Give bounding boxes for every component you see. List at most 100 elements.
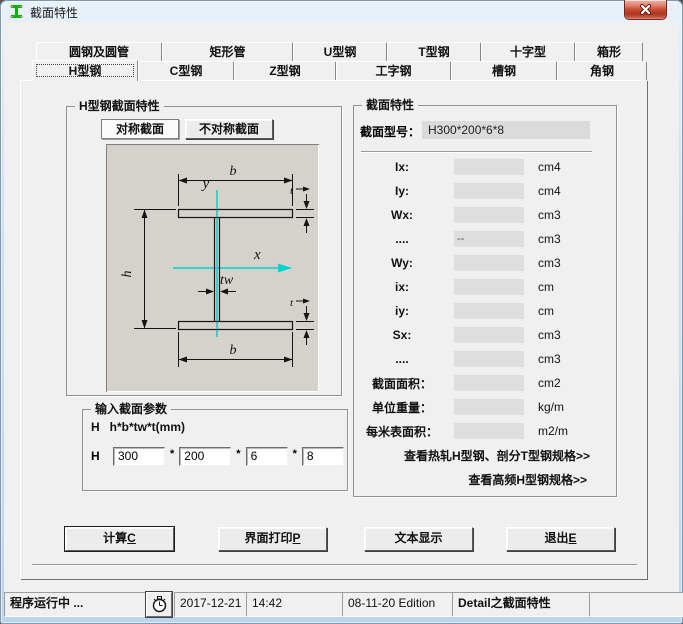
tab-strip-row2: H型钢C型钢Z型钢工字钢槽钢角钢 <box>32 61 647 80</box>
dim-label-t-bottom: t <box>290 297 294 309</box>
property-unit: cm3 <box>538 208 561 222</box>
calculate-button[interactable]: 计算C <box>65 527 174 551</box>
property-unit: m2/m <box>538 424 568 438</box>
model-label: 截面型号： <box>360 123 420 140</box>
property-label: Iy: <box>354 184 450 198</box>
input-t[interactable] <box>302 447 344 466</box>
symmetric-section-button[interactable]: 对称截面 <box>101 119 179 139</box>
spare-panel <box>589 592 683 617</box>
tab-工字钢[interactable]: 工字钢 <box>336 61 451 80</box>
separator-line <box>361 151 592 153</box>
group-input-parameters: 输入截面参数 H h*b*tw*t(mm) H*** <box>82 409 348 491</box>
app-icon <box>9 4 24 19</box>
window-title: 截面特性 <box>30 4 78 21</box>
group-section-properties: 截面特性 截面型号： H300*200*6*8 Ix:cm4Iy:cm4Wx:c… <box>353 105 617 497</box>
property-unit: cm <box>538 304 554 318</box>
tab-strip-row1: 圆钢及圆管矩形管U型钢T型钢十字型箱形 <box>36 42 643 61</box>
dim-label-b-top: b <box>230 164 237 179</box>
axis-label-x: x <box>253 247 261 263</box>
tab-C型钢[interactable]: C型钢 <box>138 61 234 80</box>
dim-label-tw: tw <box>220 273 234 288</box>
clock-panel <box>146 592 172 617</box>
tab-U型钢[interactable]: U型钢 <box>293 42 387 61</box>
time-panel: 14:42 <box>246 592 347 617</box>
property-row: 截面面积：cm2 <box>354 371 618 395</box>
close-icon <box>639 4 652 15</box>
property-value-field <box>454 399 524 415</box>
tab-Z型钢[interactable]: Z型钢 <box>234 61 336 80</box>
property-label: Sx: <box>354 328 450 342</box>
property-unit: cm4 <box>538 160 561 174</box>
tab-H型钢[interactable]: H型钢 <box>32 60 138 81</box>
input-b[interactable] <box>179 447 231 466</box>
property-row: Wy:cm3 <box>354 251 618 275</box>
print-button[interactable]: 界面打印P <box>218 527 327 551</box>
multiply-separator: * <box>293 448 297 460</box>
group-title: 输入截面参数 <box>91 402 171 416</box>
property-row: .... -- cm3 <box>354 227 618 251</box>
multiply-separator: * <box>170 448 174 460</box>
exit-button[interactable]: 退出E <box>506 527 615 551</box>
property-unit: cm3 <box>538 232 561 246</box>
bottom-divider-line <box>32 564 637 566</box>
property-label: Wx: <box>354 208 450 222</box>
tab-圆钢及圆管[interactable]: 圆钢及圆管 <box>36 42 162 61</box>
property-value-field <box>454 159 524 175</box>
property-value-field <box>454 351 524 367</box>
property-row: ix:cm <box>354 275 618 299</box>
property-value-field <box>454 375 524 391</box>
group-title: 截面特性 <box>362 98 418 112</box>
tab-槽钢[interactable]: 槽钢 <box>451 61 557 80</box>
property-unit: cm3 <box>538 256 561 270</box>
property-label: .... <box>354 232 450 246</box>
dim-label-b-bottom: b <box>230 343 237 358</box>
property-row: iy: cm <box>354 299 618 323</box>
property-label: iy: <box>354 304 450 318</box>
property-unit: cm <box>538 280 554 294</box>
property-value-field <box>454 327 524 343</box>
dialog-window: 截面特性 圆钢及圆管矩形管U型钢T型钢十字型箱形 H型钢C型钢Z型钢工字钢槽钢角… <box>0 0 683 624</box>
property-value-field <box>454 303 524 319</box>
property-rows: Ix:cm4Iy:cm4Wx:cm3....--cm3Wy:cm3ix:cmiy… <box>354 155 618 443</box>
property-row: Ix:cm4 <box>354 155 618 179</box>
asymmetric-section-button[interactable]: 不对称截面 <box>185 119 273 139</box>
link-high-frequency-specs[interactable]: 查看高频H型钢规格>> <box>468 471 587 488</box>
property-unit: cm4 <box>538 184 561 198</box>
property-label: 截面面积： <box>354 375 450 392</box>
property-label: 每米表面积： <box>354 423 450 440</box>
property-value-field <box>454 207 524 223</box>
property-row: Iy: cm4 <box>354 179 618 203</box>
property-label: 单位重量： <box>354 399 450 416</box>
format-hint-label: H h*b*tw*t(mm) <box>91 420 185 434</box>
property-value-field: -- <box>454 231 524 247</box>
close-button[interactable] <box>624 0 667 20</box>
link-hot-rolled-specs[interactable]: 查看热轧H型钢、剖分T型钢规格>> <box>404 447 590 464</box>
property-unit: cm3 <box>538 328 561 342</box>
module-panel: Detail之截面特性 <box>452 592 594 617</box>
property-value-field <box>454 279 524 295</box>
property-unit: cm3 <box>538 352 561 366</box>
tab-矩形管[interactable]: 矩形管 <box>162 42 293 61</box>
input-h[interactable] <box>113 447 165 466</box>
dimension-input-row: H * * * <box>91 446 344 466</box>
row-label-h: H <box>91 449 113 463</box>
tab-角钢[interactable]: 角钢 <box>557 61 647 80</box>
input-tw[interactable] <box>246 447 288 466</box>
titlebar[interactable]: 截面特性 <box>0 0 683 22</box>
tab-十字型[interactable]: 十字型 <box>481 42 575 61</box>
property-value-field <box>454 255 524 271</box>
group-title: H型钢截面特性 <box>75 99 164 113</box>
status-text-panel: 程序运行中 ... <box>4 592 148 617</box>
property-row: Sx: cm3 <box>354 323 618 347</box>
edition-panel: 08-11-20 Edition <box>342 592 457 617</box>
property-row: 单位重量：kg/m <box>354 395 618 419</box>
h-beam-cross-section-drawing: b b h y x <box>106 144 319 392</box>
property-value-field <box>454 183 524 199</box>
axis-label-y: y <box>201 176 210 192</box>
multiply-separator: * <box>236 448 240 460</box>
text-display-button[interactable]: 文本显示 <box>364 527 473 551</box>
property-row: 每米表面积： m2/m <box>354 419 618 443</box>
tab-箱形[interactable]: 箱形 <box>575 42 643 61</box>
date-panel: 2017-12-21 <box>174 592 250 617</box>
tab-T型钢[interactable]: T型钢 <box>387 42 481 61</box>
